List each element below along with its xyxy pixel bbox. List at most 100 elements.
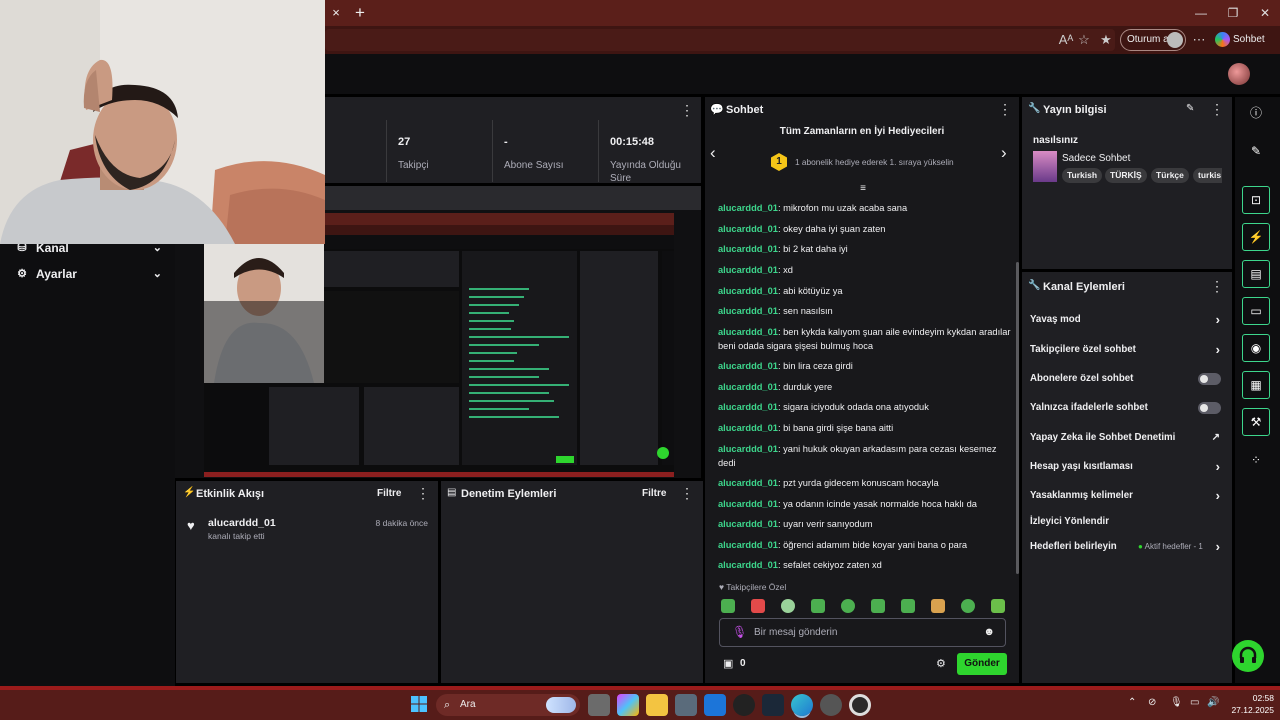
action-slow-mode[interactable]: Yavaş mod › [1030,312,1224,328]
chat-icon[interactable]: ▭ [1242,297,1270,325]
chat-username[interactable]: alucarddd_01 [718,444,778,454]
chat-username[interactable]: alucarddd_01 [718,203,778,213]
action-set-goals[interactable]: Hedefleri belirleyin ● Aktif hedefler - … [1030,539,1224,555]
action-account-age[interactable]: Hesap yaşı kısıtlaması › [1030,459,1224,475]
address-bar[interactable] [325,29,1115,51]
chat-username[interactable]: alucarddd_01 [718,478,778,488]
emote-icon[interactable] [811,599,825,613]
stream-tag[interactable]: TÜRKİŞ [1105,168,1147,183]
chat-username[interactable]: alucarddd_01 [718,540,778,550]
bolt-icon[interactable]: ⚡ [1242,223,1270,251]
file-explorer-icon[interactable] [646,694,668,716]
chat-username[interactable]: alucarddd_01 [718,382,778,392]
tray-volume-icon[interactable]: 🔊 [1207,697,1219,708]
favorite-star-icon[interactable]: ☆ [1074,30,1094,50]
store-icon[interactable] [675,694,697,716]
info-icon[interactable]: ⓘ [1242,99,1270,127]
stream-info-menu-icon[interactable]: ⋮ [1210,101,1224,118]
sidebar-item-ayarlar[interactable]: ⚙ Ayarlar ⌄ [14,263,164,285]
activity-filter-button[interactable]: Filtre [377,488,401,499]
chat-username[interactable]: alucarddd_01 [718,560,778,570]
action-ai-moderation[interactable]: Yapay Zeka ile Sohbet Denetimi ↗ [1030,430,1224,446]
steam-icon[interactable] [762,694,784,716]
channel-actions-menu-icon[interactable]: ⋮ [1210,278,1224,295]
chat-username[interactable]: alucarddd_01 [718,327,778,337]
chat-username[interactable]: alucarddd_01 [718,286,778,296]
emote-icon[interactable] [901,599,915,613]
media-app-icon[interactable] [849,694,871,716]
settings-app-icon[interactable] [820,694,842,716]
chat-message-input[interactable]: 🎙 Bir mesaj gönderin ☻ [719,618,1006,647]
action-followers-only-chat[interactable]: Takipçilere özel sohbet › [1030,342,1224,358]
minimize-window-button[interactable]: — [1186,4,1216,22]
chat-username[interactable]: alucarddd_01 [718,224,778,234]
taskbar-clock[interactable]: 02:58 27.12.2025 [1224,692,1274,716]
emote-icon[interactable] [781,599,795,613]
widgets-icon[interactable]: ⁘ [1242,446,1270,474]
clip-icon[interactable]: ⊡ [1242,186,1270,214]
tray-chevron-icon[interactable]: ⌃ [1128,697,1136,708]
edge-browser-icon[interactable] [791,694,813,716]
moderation-filter-button[interactable]: Filtre [642,488,666,499]
task-view-icon[interactable] [588,694,610,716]
stream-tag[interactable]: Türkçe [1151,168,1189,183]
edit-pencil-icon[interactable]: ✎ [1186,103,1194,114]
more-options-icon[interactable]: ⋯ [1189,30,1209,50]
gifters-next-button[interactable]: › [1001,143,1007,163]
category-thumbnail[interactable] [1033,151,1057,182]
stats-menu-icon[interactable]: ⋮ [680,102,694,119]
document-icon[interactable]: ▤ [1242,260,1270,288]
emote-icon[interactable] [931,599,945,613]
send-button[interactable]: Gönder [957,653,1007,675]
chat-username[interactable]: alucarddd_01 [718,306,778,316]
action-subscribers-only-chat[interactable]: Abonelere özel sohbet [1030,371,1224,387]
activity-menu-icon[interactable]: ⋮ [416,485,430,502]
emote-icon[interactable] [721,599,735,613]
chat-username[interactable]: alucarddd_01 [718,423,778,433]
chat-username[interactable]: alucarddd_01 [718,244,778,254]
emote-icon[interactable] [841,599,855,613]
action-raid-viewers[interactable]: İzleyici Yönlendir [1030,514,1224,530]
chat-menu-icon[interactable]: ⋮ [998,101,1012,118]
moderation-menu-icon[interactable]: ⋮ [680,485,694,502]
chest-icon[interactable]: ▣ [723,657,733,670]
stream-category[interactable]: Sadece Sohbet [1062,153,1130,164]
edit-icon[interactable]: ✎ [1242,137,1270,165]
layout-icon[interactable]: ▦ [1242,371,1270,399]
action-emote-only-chat[interactable]: Yalnızca ifadelerle sohbet [1030,400,1224,416]
chat-username[interactable]: alucarddd_01 [718,519,778,529]
emote-icon[interactable] [751,599,765,613]
action-banned-words[interactable]: Yasaklanmış kelimeler › [1030,488,1224,504]
wrench-icon[interactable]: ⚒ [1242,408,1270,436]
maximize-window-button[interactable]: ❐ [1218,4,1248,22]
user-avatar[interactable] [1228,63,1250,85]
chat-username[interactable]: alucarddd_01 [718,265,778,275]
emote-icon[interactable] [961,599,975,613]
favorites-icon[interactable]: ★ [1096,30,1116,50]
copilot-button[interactable]: Sohbet et [1213,29,1275,67]
stream-tag[interactable]: Turkish [1062,168,1103,183]
emote-icon[interactable] [991,599,1005,613]
help-headset-button[interactable] [1232,640,1264,672]
tray-network-icon[interactable]: ⊘ [1148,697,1156,708]
broadcast-icon[interactable]: ◉ [1242,334,1270,362]
signin-button[interactable]: Oturum aç [1120,29,1186,51]
windows-start-icon[interactable] [410,695,428,713]
close-tab-button[interactable]: × [328,5,344,21]
chat-settings-icon[interactable]: ⚙ [936,657,946,670]
mail-icon[interactable] [704,694,726,716]
chat-username[interactable]: alucarddd_01 [718,402,778,412]
chat-username[interactable]: alucarddd_01 [718,499,778,509]
read-aloud-icon[interactable]: Aᴬ [1056,30,1076,50]
stream-tag[interactable]: turkis [1193,168,1222,183]
microsoft-365-icon[interactable] [617,694,639,716]
emote-icon[interactable] [871,599,885,613]
obs-icon[interactable] [733,694,755,716]
tray-display-icon[interactable]: ▭ [1190,697,1199,708]
emote-only-toggle[interactable] [1198,402,1221,414]
tray-microphone-icon[interactable]: 🎙 [1170,697,1183,708]
subscribers-only-toggle[interactable] [1198,373,1221,385]
new-tab-button[interactable]: + [350,3,370,23]
chat-scrollbar[interactable] [1016,262,1019,574]
chat-username[interactable]: alucarddd_01 [718,361,778,371]
